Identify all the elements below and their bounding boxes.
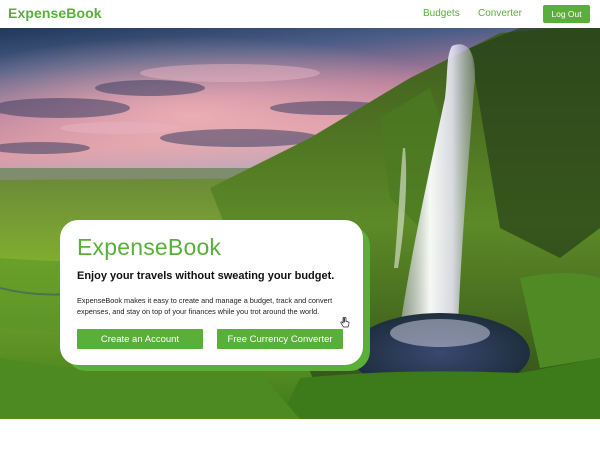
nav-link-converter[interactable]: Converter bbox=[478, 8, 522, 19]
top-navbar: ExpenseBook Budgets Converter Log Out bbox=[0, 0, 600, 28]
create-account-button[interactable]: Create an Account bbox=[77, 329, 203, 349]
nav-link-budgets[interactable]: Budgets bbox=[423, 8, 460, 19]
brand-logo[interactable]: ExpenseBook bbox=[8, 5, 102, 21]
hand-cursor-icon bbox=[340, 317, 350, 328]
hero-title: ExpenseBook bbox=[77, 234, 222, 260]
currency-converter-button[interactable]: Free Currency Converter bbox=[217, 329, 343, 349]
logout-button[interactable]: Log Out bbox=[543, 5, 590, 23]
hero-tagline: Enjoy your travels without sweating your… bbox=[77, 270, 335, 282]
hero-description: ExpenseBook makes it easy to create and … bbox=[77, 296, 333, 316]
